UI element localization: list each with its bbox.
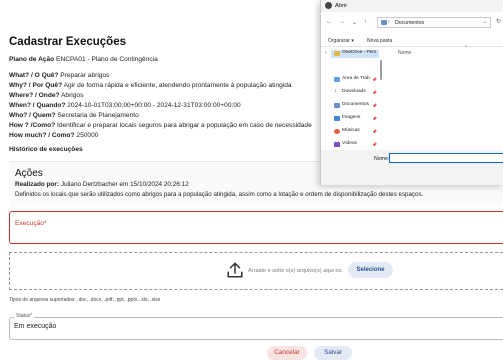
videos-icon (334, 142, 340, 147)
onedrive-folder-icon (334, 51, 340, 56)
execution-field[interactable] (9, 211, 503, 244)
how-value: Identificar e preparar locais seguros pa… (57, 122, 312, 129)
sidebar-item-videos[interactable]: Vídeos (342, 141, 357, 146)
save-button[interactable]: Salvar (314, 346, 352, 360)
dialog-titlebar (321, 0, 503, 12)
forward-icon[interactable]: → (339, 19, 345, 25)
where-value: Abrigos (61, 92, 84, 99)
back-icon[interactable]: ← (326, 19, 332, 25)
history-author-value: Juliano Dertzbacher em 15/10/2024 20:26:… (60, 181, 189, 188)
pin-icon: 📌 (372, 77, 377, 82)
pin-icon: 📌 (372, 90, 377, 95)
what-label: What? / O Quê? (9, 72, 59, 79)
chevron-down-icon[interactable]: ⌄ (352, 19, 357, 26)
how-row: How ? /Como? Identificar e preparar loca… (9, 122, 312, 129)
supported-file-types: Tipos de arquivos suportados: .doc, .doc… (9, 297, 161, 303)
how-label: How ? /Como? (9, 122, 56, 129)
up-arrow-icon[interactable]: ↑ (364, 19, 367, 25)
chrome-icon (325, 2, 332, 9)
plan-row: Plano de Ação ENCPA01 - Plano de Conting… (9, 56, 158, 63)
column-header-name[interactable]: Nome (398, 50, 411, 56)
address-dropdown-icon[interactable]: ⌄ (483, 19, 487, 25)
music-icon (334, 129, 340, 134)
where-row: Where? / Onde? Abrigos (9, 92, 83, 99)
when-value: 2024-10-01T03:00:00+00:00 - 2024-12-31T0… (67, 102, 241, 109)
when-row: When? / Quando? 2024-10-01T03:00:00+00:0… (9, 102, 241, 109)
pictures-icon (334, 116, 340, 121)
sidebar-item-downloads[interactable]: Downloads (342, 89, 366, 94)
why-value: Agir de forma rápida e eficiente, atende… (63, 82, 292, 89)
address-path: Documentos (395, 20, 425, 26)
sidebar-item-desktop[interactable]: Área de Trab (342, 76, 370, 81)
howmuch-label: How much? / Como? (9, 132, 75, 139)
plan-label: Plano de Ação (9, 56, 55, 63)
select-files-button[interactable]: Selecione (348, 262, 393, 278)
who-row: Who? / Quem? Secretaria de Planejamento (9, 112, 139, 119)
filename-input[interactable] (389, 153, 503, 163)
history-card-title: Ações (15, 168, 43, 179)
documents-folder-icon (381, 20, 387, 25)
status-value: Em execução (14, 323, 57, 330)
when-label: When? / Quando? (9, 102, 66, 109)
organize-menu[interactable]: Organizar ▾ (328, 38, 354, 44)
pin-icon: 📌 (372, 142, 377, 147)
pin-icon: 📌 (372, 116, 377, 121)
expand-chevron-icon[interactable]: › (325, 50, 327, 56)
history-description: Definidos os locais que serão utilizados… (15, 191, 424, 198)
sidebar-item-onedrive[interactable]: OneDrive - Pers (342, 50, 376, 55)
new-folder-button[interactable]: Nova pasta (367, 38, 392, 44)
page-title: Cadastrar Execuções (9, 36, 126, 48)
sidebar-item-pictures[interactable]: Imagens (342, 115, 360, 120)
refresh-icon[interactable]: ↻ (496, 18, 501, 25)
sort-chevron-icon: ⌃ (464, 45, 469, 51)
sidebar-item-music[interactable]: Músicas (342, 128, 360, 133)
history-author: Realizado por: Juliano Dertzbacher em 15… (15, 181, 189, 188)
status-label: Status* (14, 313, 35, 319)
execution-label: Execução* (15, 220, 47, 227)
desktop-icon (334, 77, 340, 82)
documents-icon (334, 103, 340, 108)
pin-icon: 📌 (372, 129, 377, 134)
what-row: What? / O Quê? Preparar abrigos (9, 72, 109, 79)
why-label: Why? / Por Quê? (9, 82, 63, 89)
history-author-label: Realizado por: (15, 181, 60, 188)
breadcrumb-chevron-icon: › (388, 19, 390, 25)
cancel-button[interactable]: Cancelar (267, 346, 307, 360)
howmuch-row: How much? / Como? 250000 (9, 132, 98, 139)
where-label: Where? / Onde? (9, 92, 60, 99)
filename-label: Nome: (374, 156, 390, 162)
navigation-scrollbar[interactable] (380, 60, 382, 80)
who-label: Who? / Quem? (9, 112, 56, 119)
dropzone-text: Arraste e solte o(s) arquivo(s) aqui ou (248, 268, 342, 274)
download-icon: ↓ (334, 88, 337, 94)
upload-icon (227, 262, 243, 278)
pin-icon: 📌 (372, 103, 377, 108)
status-select[interactable] (9, 317, 503, 340)
plan-value: ENCPA01 - Plano de Contingência (56, 56, 158, 63)
howmuch-value: 250000 (76, 132, 99, 139)
who-value: Secretaria de Planejamento (57, 112, 139, 119)
navigation-pane (321, 47, 381, 152)
history-title: Histórico de execuções (9, 146, 83, 153)
sidebar-item-documents[interactable]: Documentos (342, 102, 369, 107)
what-value: Preparar abrigos (60, 72, 110, 79)
dialog-title: Abrir (335, 3, 348, 9)
why-row: Why? / Por Quê? Agir de forma rápida e e… (9, 82, 292, 89)
